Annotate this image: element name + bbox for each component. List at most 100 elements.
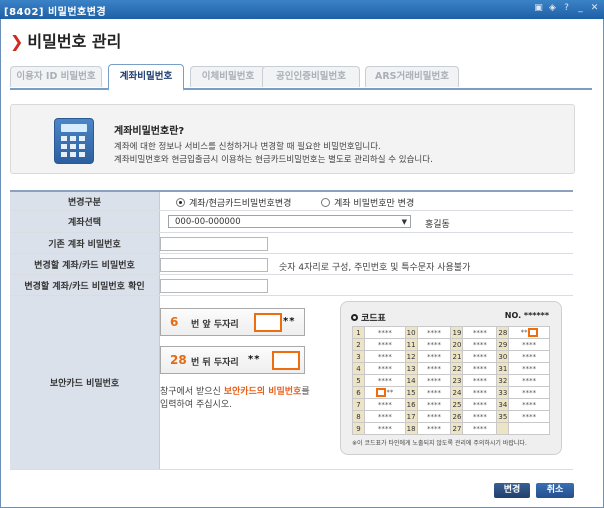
- code-value: ****: [508, 410, 550, 423]
- confirm-password-label: 변경할 계좌/카드 비밀번호 확인: [10, 275, 160, 295]
- code-value: ****: [508, 374, 550, 387]
- info-heading: 계좌비밀번호란?: [114, 126, 185, 137]
- account-select-label: 계좌선택: [10, 211, 160, 232]
- row-security-card: 보안카드 비밀번호 6 번 앞 두자리 ** 28 번 뒤 두자리 ** 창구에…: [10, 296, 573, 470]
- calculator-icon: [54, 118, 94, 164]
- tab-account-password[interactable]: 계좌비밀번호: [108, 64, 184, 91]
- chevron-right-icon: ❯: [10, 32, 24, 51]
- code-value: ****: [508, 362, 550, 375]
- code-value: ****: [416, 326, 452, 339]
- code-number: 26: [450, 410, 464, 423]
- close-icon[interactable]: ✕: [589, 3, 600, 14]
- highlight-box: [527, 328, 538, 337]
- code-value: ****: [416, 338, 452, 351]
- code-number: 4: [352, 362, 365, 375]
- card-footnote: ※이 코드표가 타인에게 노출되지 않도록 관리에 주의하시기 바랍니다.: [352, 440, 527, 447]
- code-value: ****: [364, 422, 406, 435]
- code-value: ****: [508, 338, 550, 351]
- page-title-text: 비밀번호 관리: [27, 32, 122, 51]
- code-number: 5: [352, 374, 365, 387]
- code-value: ****: [508, 398, 550, 411]
- code-number: 29: [496, 338, 510, 351]
- security-back-text: 번 뒤 두자리: [191, 358, 239, 368]
- security-note: 창구에서 받으신 보안카드의 비밀번호를: [160, 387, 310, 397]
- code-grid-row: 4 **** 13 **** 22 **** 31 ****: [352, 362, 550, 375]
- change-button[interactable]: 변경: [494, 483, 530, 498]
- security-back-digits: 28 번 뒤 두자리 **: [160, 346, 305, 374]
- security-card-image: 코드표 NO. ****** 1 **** 10 **** 19 **** 28 ** 2 ***…: [340, 301, 562, 455]
- radio-account-only[interactable]: 계좌 비밀번호만 변경: [321, 196, 414, 209]
- pin-icon[interactable]: ◈: [547, 3, 558, 14]
- code-grid-row: 9 **** 18 **** 27 ****: [352, 422, 550, 435]
- code-value: ****: [462, 398, 498, 411]
- code-value: ****: [462, 326, 498, 339]
- account-owner-name: 홍길동: [425, 220, 450, 230]
- code-grid-row: 2 **** 11 **** 20 **** 29 ****: [352, 338, 550, 351]
- tab-user-id-password[interactable]: 이용자 ID 비밀번호: [10, 66, 102, 87]
- code-number: 32: [496, 374, 510, 387]
- security-back-number: 28: [170, 353, 187, 367]
- tab-bar: 이용자 ID 비밀번호 계좌비밀번호 이체비밀번호 공인인증비밀번호 ARS거래…: [10, 64, 592, 91]
- account-select[interactable]: 000-00-000000 ▼: [168, 215, 411, 228]
- code-value: ****: [416, 350, 452, 363]
- security-back-stars: **: [248, 354, 261, 365]
- password-form: 변경구분 계좌/현금카드비밀번호변경 계좌 비밀번호만 변경 계좌선택 000-…: [10, 190, 573, 470]
- code-value: ****: [508, 350, 550, 363]
- info-description-1: 계좌에 대한 정보나 서비스를 신청하거나 변경할 때 필요한 비밀번호입니다.: [114, 142, 381, 152]
- code-number: 11: [404, 338, 418, 351]
- tab-ars-password[interactable]: ARS거래비밀번호: [365, 66, 459, 87]
- code-value: ****: [416, 386, 452, 399]
- current-password-input[interactable]: [160, 237, 268, 251]
- code-grid-row: 7 **** 16 **** 25 **** 34 ****: [352, 398, 550, 411]
- new-password-input[interactable]: [160, 258, 268, 272]
- code-number: 12: [404, 350, 418, 363]
- tab-certificate-password[interactable]: 공인인증비밀번호: [262, 66, 360, 87]
- security-front-input[interactable]: [254, 313, 282, 332]
- info-description-2: 계좌비밀번호와 현금입출금시 이용하는 현금카드비밀번호는 별도로 관리하실 수…: [114, 155, 433, 165]
- row-confirm-password: 변경할 계좌/카드 비밀번호 확인: [10, 275, 573, 296]
- minimize-icon[interactable]: _: [575, 3, 586, 14]
- cancel-button[interactable]: 취소: [536, 483, 574, 498]
- radio-account-and-card[interactable]: 계좌/현금카드비밀번호변경: [176, 196, 291, 209]
- security-note-2: 입력하여 주십시오.: [160, 400, 232, 410]
- code-number: 15: [404, 386, 418, 399]
- confirm-password-input[interactable]: [160, 279, 268, 293]
- code-number: 17: [404, 410, 418, 423]
- code-number: 7: [352, 398, 365, 411]
- code-value: ****: [416, 410, 452, 423]
- new-password-label: 변경할 계좌/카드 비밀번호: [10, 254, 160, 274]
- code-number: 27: [450, 422, 464, 435]
- code-grid-row: 3 **** 12 **** 21 **** 30 ****: [352, 350, 550, 363]
- code-number: 16: [404, 398, 418, 411]
- info-box: 계좌비밀번호란? 계좌에 대한 정보나 서비스를 신청하거나 변경할 때 필요한…: [10, 104, 575, 174]
- code-number: 30: [496, 350, 510, 363]
- code-value: ****: [416, 374, 452, 387]
- row-change-type: 변경구분 계좌/현금카드비밀번호변경 계좌 비밀번호만 변경: [10, 192, 573, 211]
- code-number: 14: [404, 374, 418, 387]
- tab-transfer-password[interactable]: 이체비밀번호: [190, 66, 266, 87]
- code-grid-row: 1 **** 10 **** 19 **** 28 **: [352, 326, 550, 339]
- code-number: 31: [496, 362, 510, 375]
- code-number: 33: [496, 386, 510, 399]
- security-front-text: 번 앞 두자리: [191, 320, 239, 330]
- code-number: 2: [352, 338, 365, 351]
- security-front-digits: 6 번 앞 두자리 **: [160, 308, 305, 336]
- help-icon[interactable]: ?: [561, 3, 572, 14]
- code-value: ****: [364, 362, 406, 375]
- code-value: ****: [416, 422, 452, 435]
- security-front-stars: **: [283, 316, 296, 327]
- security-back-input[interactable]: [272, 351, 300, 370]
- code-number: 3: [352, 350, 365, 363]
- code-value: ****: [508, 386, 550, 399]
- code-number: 23: [450, 374, 464, 387]
- code-value: **: [508, 326, 550, 339]
- code-number: 6: [352, 386, 365, 399]
- code-value: ****: [462, 374, 498, 387]
- highlight-box: [376, 388, 387, 397]
- code-value: ****: [462, 410, 498, 423]
- code-value: ****: [416, 362, 452, 375]
- screen-icon[interactable]: ▣: [533, 3, 544, 14]
- code-number: 28: [496, 326, 510, 339]
- code-value: ****: [364, 326, 406, 339]
- row-account-select: 계좌선택 000-00-000000 ▼ 홍길동: [10, 211, 573, 233]
